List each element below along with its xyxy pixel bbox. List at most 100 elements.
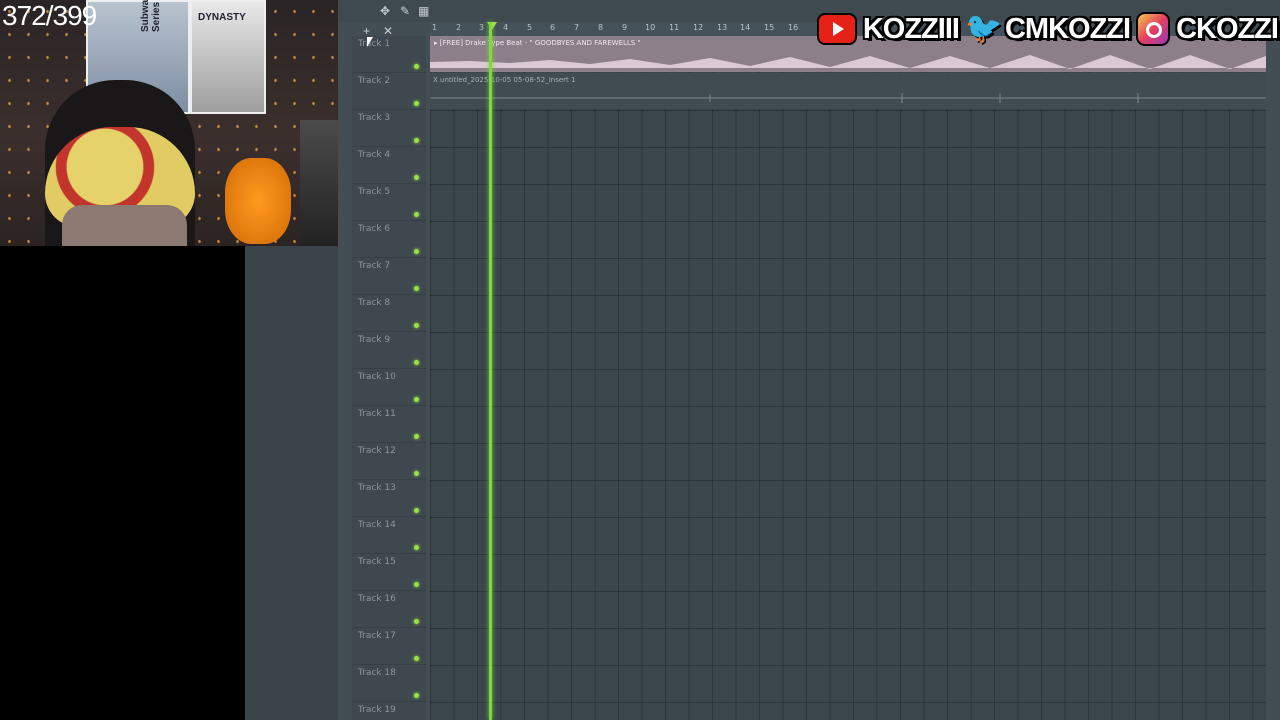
audio-clip-title: ▸ [FREE] Drake Type Beat - " GOODBYES AN…	[434, 39, 641, 47]
bar-number: 16	[788, 23, 799, 32]
track-label[interactable]: Track 2	[358, 76, 390, 86]
track-separator	[352, 109, 426, 110]
track-label[interactable]: Track 5	[358, 187, 390, 197]
track-separator	[352, 220, 426, 221]
track-label[interactable]: Track 1	[358, 39, 390, 49]
track-label[interactable]: Track 17	[358, 631, 396, 641]
skeleton-decoration	[300, 120, 338, 246]
progress-counter: 372/399	[2, 0, 97, 31]
track-label[interactable]: Track 16	[358, 594, 396, 604]
track-enable-led[interactable]	[414, 212, 419, 217]
bar-number: 8	[598, 23, 604, 32]
bar-number: 15	[764, 23, 775, 32]
social-twitter: 🐦 CMKOZZI	[964, 12, 1131, 46]
track-label[interactable]: Track 6	[358, 224, 390, 234]
move-tool-icon[interactable]: ✥	[380, 4, 390, 18]
track-enable-led[interactable]	[414, 397, 419, 402]
pumpkin-decoration	[225, 158, 291, 244]
track-separator	[352, 627, 426, 628]
track-separator	[352, 479, 426, 480]
track-label[interactable]: Track 9	[358, 335, 390, 345]
track-label[interactable]: Track 4	[358, 150, 390, 160]
track-enable-led[interactable]	[414, 582, 419, 587]
black-panel	[0, 246, 245, 720]
track-separator	[352, 590, 426, 591]
bar-number: 14	[740, 23, 751, 32]
track-separator	[352, 331, 426, 332]
bar-number: 5	[527, 23, 533, 32]
social-overlay: KOZZIII 🐦 CMKOZZI CKOZZI	[816, 10, 1279, 48]
track-label[interactable]: Track 12	[358, 446, 396, 456]
track-label[interactable]: Track 11	[358, 409, 396, 419]
track-label[interactable]: Track 18	[358, 668, 396, 678]
bar-number: 7	[574, 23, 580, 32]
instagram-handle: CKOZZI	[1176, 12, 1279, 45]
track-separator	[352, 664, 426, 665]
track-label[interactable]: Track 3	[358, 113, 390, 123]
track-separator	[352, 701, 426, 702]
recording-clip[interactable]: X untitled_2025-10-05 05-08-52_Insert 1	[430, 73, 1266, 109]
playlist-window[interactable]: ✥ ✎ ▦ + ✕ 1 2 3 4 5 6 7 8 9 10 11 12 13 …	[338, 0, 1280, 720]
track-enable-led[interactable]	[414, 249, 419, 254]
track-label[interactable]: Track 10	[358, 372, 396, 382]
instagram-icon	[1136, 12, 1171, 46]
pencil-tool-icon[interactable]: ✎	[400, 4, 410, 18]
track-enable-led[interactable]	[414, 545, 419, 550]
recording-waveform	[430, 93, 1266, 103]
poster-right: DYNASTY	[190, 0, 266, 114]
track-enable-led[interactable]	[414, 434, 419, 439]
bar-number: 3	[479, 23, 485, 32]
track-enable-led[interactable]	[414, 360, 419, 365]
bar-number: 12	[693, 23, 704, 32]
track-enable-led[interactable]	[414, 175, 419, 180]
track-separator	[352, 405, 426, 406]
track-enable-led[interactable]	[414, 508, 419, 513]
twitter-icon: 🐦	[964, 12, 1003, 45]
track-enable-led[interactable]	[414, 619, 419, 624]
twitter-handle: CMKOZZI	[1004, 12, 1131, 45]
track-label[interactable]: Track 19	[358, 705, 396, 715]
browser-panel	[245, 246, 338, 720]
bar-number: 13	[717, 23, 728, 32]
snap-tool-icon[interactable]: ▦	[418, 4, 429, 18]
track-separator	[352, 183, 426, 184]
bar-number: 9	[622, 23, 628, 32]
poster-right-text: DYNASTY	[198, 12, 246, 23]
social-instagram: CKOZZI	[1136, 12, 1279, 46]
social-youtube: KOZZIII	[816, 12, 960, 46]
playhead-line	[489, 22, 492, 720]
bar-number: 11	[669, 23, 680, 32]
track-enable-led[interactable]	[414, 693, 419, 698]
track-enable-led[interactable]	[414, 101, 419, 106]
track-enable-led[interactable]	[414, 138, 419, 143]
track-separator	[352, 294, 426, 295]
youtube-handle: KOZZIII	[862, 12, 960, 45]
bar-number: 10	[645, 23, 656, 32]
track-separator	[352, 72, 426, 73]
track-enable-led[interactable]	[414, 286, 419, 291]
webcam-feed: Subway Series DYNASTY	[0, 0, 338, 246]
track-enable-led[interactable]	[414, 64, 419, 69]
track-label[interactable]: Track 8	[358, 298, 390, 308]
track-enable-led[interactable]	[414, 656, 419, 661]
track-separator	[352, 146, 426, 147]
person-face	[62, 205, 187, 246]
track-label[interactable]: Track 14	[358, 520, 396, 530]
track-label[interactable]: Track 13	[358, 483, 396, 493]
track-separator	[352, 442, 426, 443]
track-enable-led[interactable]	[414, 471, 419, 476]
poster-left-text: Subway Series	[140, 0, 162, 32]
track-label[interactable]: Track 15	[358, 557, 396, 567]
playlist-grid[interactable]	[430, 36, 1266, 720]
track-separator	[352, 516, 426, 517]
bar-number: 2	[456, 23, 462, 32]
bar-number: 1	[432, 23, 438, 32]
recording-clip-title: X untitled_2025-10-05 05-08-52_Insert 1	[433, 76, 576, 84]
track-enable-led[interactable]	[414, 323, 419, 328]
youtube-icon	[816, 13, 857, 45]
mouse-cursor-icon	[367, 37, 373, 47]
track-separator	[352, 368, 426, 369]
track-label[interactable]: Track 7	[358, 261, 390, 271]
bar-number: 6	[550, 23, 556, 32]
audio-waveform	[430, 55, 1266, 69]
